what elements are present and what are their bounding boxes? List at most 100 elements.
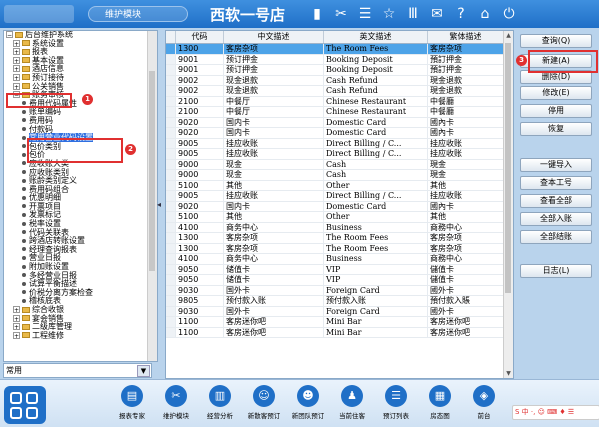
report-expert-button[interactable]: ▤ 报表专家 (112, 385, 152, 420)
row-selector[interactable] (166, 243, 176, 253)
scroll-up-icon[interactable]: ▲ (504, 31, 513, 40)
table-row[interactable]: 9005 挂应收账 Direct Billing / C... 挂应收账 (166, 138, 513, 149)
tools-icon[interactable]: ✂ (330, 5, 352, 23)
expand-icon[interactable]: + (13, 56, 20, 65)
chevron-down-icon[interactable]: ▼ (137, 365, 150, 377)
table-row[interactable]: 9000 现金 Cash 現金 (166, 159, 513, 170)
row-selector[interactable] (166, 285, 176, 295)
row-selector[interactable] (166, 201, 176, 211)
table-row[interactable]: 2100 中餐厅 Chinese Restaurant 中餐廳 (166, 107, 513, 118)
table-row[interactable]: 9001 预订押金 Booking Deposit 預訂押金 (166, 65, 513, 76)
my-records-button[interactable]: 查本工号 (520, 176, 592, 190)
table-row[interactable]: 9002 现金退款 Cash Refund 現金退款 (166, 75, 513, 86)
tree-item[interactable]: 营业日报 (4, 254, 157, 263)
grid-scrollbar[interactable]: ▲ ▼ (503, 31, 513, 378)
table-row[interactable]: 5100 其他 Other 其他 (166, 180, 513, 191)
header-code[interactable]: 代码 (176, 31, 224, 43)
table-row[interactable]: 9030 国外卡 Foreign Card 國外卡 (166, 306, 513, 317)
room-status-button[interactable]: ▦ 房态图 (420, 385, 460, 420)
table-row[interactable]: 9050 储值卡 VIP 儲值卡 (166, 275, 513, 286)
settle-all-button[interactable]: 全部结账 (520, 230, 592, 244)
tree-item[interactable]: 税率设置 (4, 219, 157, 229)
tree-item[interactable]: 应收账类别 (4, 168, 157, 178)
row-selector[interactable] (166, 107, 176, 117)
row-selector[interactable] (166, 75, 176, 85)
home-icon[interactable]: ⌂ (474, 5, 496, 23)
tree-item[interactable]: + 酒店信息 (4, 65, 157, 74)
restore-button[interactable]: 恢复 (520, 122, 592, 136)
maintenance-button[interactable]: ✂ 维护模块 (156, 385, 196, 420)
table-row[interactable]: 9005 挂应收账 Direct Billing / C... 挂应收账 (166, 191, 513, 202)
header-chinese[interactable]: 中文描述 (224, 31, 324, 43)
expand-icon[interactable]: + (13, 314, 20, 323)
tree-item[interactable]: − 后台维护系统 (4, 31, 157, 40)
row-selector[interactable] (166, 191, 176, 201)
table-row[interactable]: 1100 客房迷你吧 Mini Bar 客房迷你吧 (166, 327, 513, 338)
tree-item[interactable]: 多经营业日报 (4, 271, 157, 281)
table-row[interactable]: 9002 现金退款 Cash Refund 現金退款 (166, 86, 513, 97)
table-row[interactable]: 9020 国内卡 Domestic Card 國內卡 (166, 128, 513, 139)
row-selector[interactable] (166, 222, 176, 232)
tree-item[interactable]: 账单编码 (4, 108, 157, 117)
tree-item[interactable]: 经理查询报表 (4, 245, 157, 255)
tree-item[interactable]: 账龄类别定义 (4, 176, 157, 186)
table-row[interactable]: 9050 储值卡 VIP 儲值卡 (166, 264, 513, 275)
tree-item[interactable]: + 报表 (4, 47, 157, 57)
scroll-down-icon[interactable]: ▼ (504, 369, 513, 378)
columns-icon[interactable]: Ⅲ (402, 5, 424, 23)
row-selector[interactable] (166, 170, 176, 180)
tree-item[interactable]: + 预订接待 (4, 73, 157, 83)
module-search-box[interactable]: 维护模块 (88, 6, 188, 22)
table-row[interactable]: 9020 国内卡 Domestic Card 國內卡 (166, 201, 513, 212)
edit-button[interactable]: 修改(E) (520, 86, 592, 100)
row-selector[interactable] (166, 128, 176, 138)
view-all-button[interactable]: 查看全部 (520, 194, 592, 208)
header-english[interactable]: 英文描述 (324, 31, 428, 43)
table-row[interactable]: 9005 挂应收账 Direct Billing / C... 挂应收账 (166, 149, 513, 160)
input-method-tray[interactable]: S 中 ·, ☺ ⌨ ♦ ☰ (512, 405, 599, 420)
row-selector[interactable] (166, 327, 176, 337)
row-selector[interactable] (166, 54, 176, 64)
mail-icon[interactable]: ✉ (426, 5, 448, 23)
disable-button[interactable]: 停用 (520, 104, 592, 118)
signal-icon[interactable]: ▮ (306, 5, 328, 23)
table-row[interactable]: 1300 客房杂项 The Room Fees 客房杂项 (166, 233, 513, 244)
tree-item[interactable]: + 工程维修 (4, 331, 157, 341)
expand-icon[interactable]: + (13, 323, 20, 331)
row-selector[interactable] (166, 149, 176, 159)
row-selector[interactable] (166, 44, 176, 54)
row-selector[interactable] (166, 86, 176, 96)
star-icon[interactable]: ☆ (378, 5, 400, 23)
filter-select[interactable]: 常用 ▼ (3, 363, 152, 378)
expand-icon[interactable]: + (13, 306, 20, 314)
new-guest-booking-button[interactable]: ☺ 新散客预订 (244, 385, 284, 420)
tree-item[interactable]: + 二级库管理 (4, 322, 157, 332)
tree-item[interactable]: 开票项目 (4, 202, 157, 212)
table-row[interactable]: 4100 商务中心 Business 商務中心 (166, 222, 513, 233)
business-analysis-button[interactable]: ▥ 经营分析 (200, 385, 240, 420)
current-guests-button[interactable]: ♟ 当前住客 (332, 385, 372, 420)
panel-splitter[interactable]: ◂ (157, 30, 162, 377)
expand-icon[interactable]: + (13, 48, 20, 56)
row-selector[interactable] (166, 254, 176, 264)
table-row[interactable]: 9020 国内卡 Domestic Card 國內卡 (166, 117, 513, 128)
query-button[interactable]: 查询(Q) (520, 34, 592, 48)
expand-icon[interactable]: + (13, 331, 20, 340)
tree-item[interactable]: 附加账设置 (4, 262, 157, 272)
table-row[interactable]: 5100 其他 Other 其他 (166, 212, 513, 223)
collapse-icon[interactable]: − (6, 31, 13, 39)
tree-scrollbar[interactable] (147, 31, 157, 361)
front-desk-button[interactable]: ◈ 前台 (464, 385, 504, 420)
code-grid[interactable]: 代码 中文描述 英文描述 繁体描述 1300 客房杂项 The Room Fees 客… (165, 30, 514, 379)
row-selector[interactable] (166, 159, 176, 169)
import-button[interactable]: 一键导入 (520, 158, 592, 172)
tree-item[interactable]: 价税分离方案检查 (4, 288, 157, 298)
tree-item[interactable]: 优惠明细 (4, 193, 157, 203)
help-icon[interactable]: ? (450, 5, 472, 23)
table-row[interactable]: 1100 客房迷你吧 Mini Bar 客房迷你吧 (166, 317, 513, 328)
row-selector[interactable] (166, 180, 176, 190)
table-row[interactable]: 4100 商务中心 Business 商務中心 (166, 254, 513, 265)
row-selector[interactable] (166, 233, 176, 243)
table-row[interactable]: 9000 现金 Cash 現金 (166, 170, 513, 181)
table-row[interactable]: 9805 预付款入账 预付款入账 預付款入賬 (166, 296, 513, 307)
